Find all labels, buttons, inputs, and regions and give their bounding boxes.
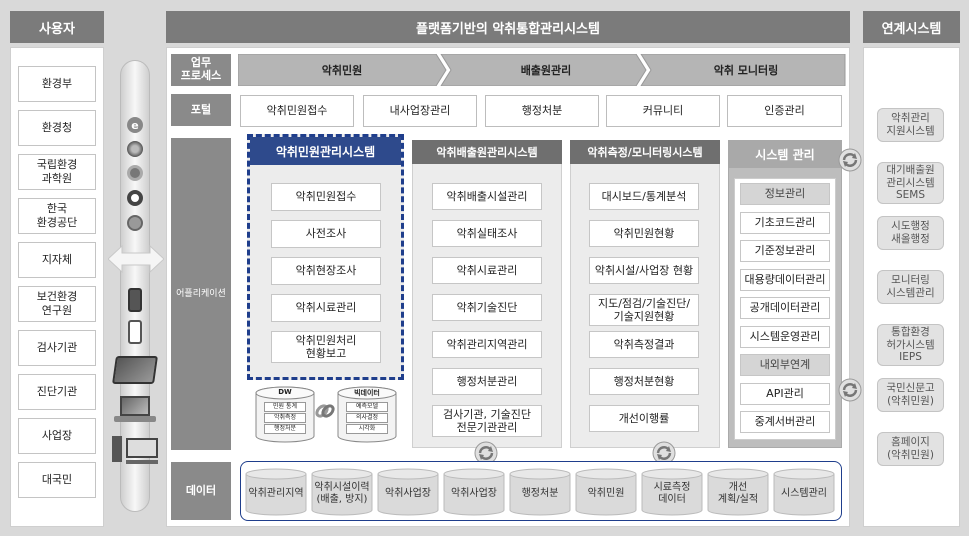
sync-arrows-icon: [838, 378, 862, 402]
process-step-complaint: 악취민원: [321, 64, 363, 77]
sysmgmt-item: 기초코드관리: [740, 211, 830, 234]
link-icon: [315, 404, 335, 418]
user-item: 환경부: [18, 66, 96, 102]
complaint-system-title: 악취민원관리시스템: [250, 137, 401, 165]
monitoring-system-title: 악취측정/모니터링시스템: [570, 140, 720, 164]
tablet-icon: [112, 356, 158, 384]
emission-item: 검사기관, 기술진단 전문기관관리: [432, 405, 542, 437]
portal-label: 포털: [171, 94, 231, 126]
sysmgmt-item: API관리: [740, 382, 830, 405]
data-item: 악취관리지역: [248, 488, 304, 499]
data-item: 개선 계획/실적: [717, 482, 759, 505]
linked-header: 연계시스템: [863, 11, 960, 43]
double-arrow-icon: [108, 244, 164, 274]
process-step-monitoring: 악취 모니터링: [713, 64, 779, 77]
portal-item: 악취민원접수: [240, 95, 354, 127]
user-item: 국립환경 과학원: [18, 154, 96, 190]
bigdata-item: 예측모델: [346, 402, 388, 412]
bigdata-item: 의사결정: [346, 413, 388, 423]
emission-item: 악취시료관리: [432, 257, 542, 284]
monitoring-item: 악취민원현황: [589, 220, 699, 247]
linked-system-item: 악취관리 지원시스템: [877, 108, 944, 142]
data-item: 시스템관리: [781, 488, 827, 499]
sysmgmt-group-header: 정보관리: [740, 183, 830, 205]
bigdata-title: 빅데이터: [354, 389, 380, 397]
monitoring-item: 행정처분현황: [589, 368, 699, 395]
sysmgmt-item: 공개데이터관리: [740, 297, 830, 319]
data-item: 행정처분: [521, 488, 559, 499]
emission-system-title: 악취배출원관리시스템: [412, 140, 562, 164]
user-item: 대국민: [18, 462, 96, 498]
dw-item: 행정처분: [264, 424, 306, 434]
complaint-item: 악취현장조사: [271, 257, 381, 285]
dw-item: 민원 통계: [264, 402, 306, 412]
main-title: 플랫폼기반의 악취통합관리시스템: [166, 11, 850, 43]
emission-item: 악취실태조사: [432, 220, 542, 247]
desktop-pc-icon: [112, 436, 160, 466]
sysmgmt-item: 시스템운영관리: [740, 325, 830, 348]
data-label: 데이터: [171, 462, 231, 520]
data-item: 시료측정 데이터: [653, 482, 691, 505]
monitoring-item: 악취시설/사업장 현황: [589, 257, 699, 284]
user-item: 사업장: [18, 418, 96, 454]
linked-system-item: 시도행정 새올행정: [877, 216, 944, 250]
user-item: 진단기관: [18, 374, 96, 410]
opera-browser-icon: [127, 190, 143, 206]
data-item: 악취사업장: [451, 488, 497, 499]
complaint-item: 악취민원접수: [271, 183, 381, 211]
linked-system-item: 모니터링 시스템관리: [877, 270, 944, 304]
sync-icon: [838, 378, 862, 402]
monitoring-item: 개선이행률: [589, 405, 699, 432]
monitoring-item: 악취측정결과: [589, 331, 699, 358]
sysmgmt-group-header: 내외부연계: [740, 354, 830, 376]
process-steps: 악취민원 배출원관리 악취 모니터링: [237, 53, 846, 87]
user-item: 검사기관: [18, 330, 96, 366]
users-header: 사용자: [10, 11, 104, 43]
linked-system-item: 통합환경 허가시스템 IEPS: [877, 324, 944, 366]
portal-item: 커뮤니티: [606, 95, 720, 127]
emission-item: 행정처분관리: [432, 368, 542, 395]
safari-browser-icon: [127, 215, 143, 231]
firefox-browser-icon: [127, 141, 143, 157]
user-item: 한국 환경공단: [18, 198, 96, 234]
emission-item: 악취기술진단: [432, 294, 542, 321]
data-item: 악취사업장: [385, 488, 431, 499]
user-item: 보건환경 연구원: [18, 286, 96, 322]
bigdata-item: 시각화: [346, 424, 388, 434]
linked-system-item: 홈페이지 (악취민원): [877, 432, 944, 466]
sysmgmt-item: 기준정보관리: [740, 240, 830, 262]
sysmgmt-item: 중계서버관리: [740, 411, 830, 433]
portal-item: 인증관리: [727, 95, 842, 127]
sync-icon: [838, 148, 862, 172]
chrome-browser-icon: [127, 165, 143, 181]
ios-phone-icon: [128, 320, 142, 344]
monitoring-item: 대시보드/통계분석: [589, 183, 699, 210]
dw-item: 악취측정: [264, 413, 306, 423]
linked-system-item: 대기배출원 관리시스템 SEMS: [877, 162, 944, 204]
emission-item: 악취관리지역관리: [432, 331, 542, 358]
android-phone-icon: [128, 288, 142, 312]
user-item: 지자체: [18, 242, 96, 278]
portal-item: 행정처분: [485, 95, 599, 127]
user-item: 환경청: [18, 110, 96, 146]
data-item: 악취시설이력 (배출, 방지): [314, 482, 370, 505]
ie-browser-icon: e: [127, 117, 143, 133]
data-item: 악취민원: [587, 488, 625, 499]
complaint-item: 악취시료관리: [271, 294, 381, 322]
sysmgmt-title: 시스템 관리: [728, 140, 842, 168]
linked-system-item: 국민신문고 (악취민원): [877, 378, 944, 412]
process-label: 업무 프로세스: [171, 54, 231, 86]
sync-arrows-icon: [838, 148, 862, 172]
complaint-item: 사전조사: [271, 220, 381, 248]
portal-item: 내사업장관리: [363, 95, 477, 127]
process-step-emission: 배출원관리: [520, 64, 572, 77]
sysmgmt-item: 대용량데이터관리: [740, 268, 830, 291]
monitoring-item: 지도/점검/기술진단/ 기술지원현황: [589, 294, 699, 326]
laptop-icon: [114, 396, 156, 426]
application-label: 어플리케이션: [171, 138, 231, 450]
dw-title: DW: [278, 388, 292, 396]
complaint-item: 악취민원처리 현황보고: [271, 331, 381, 363]
emission-item: 악취배출시설관리: [432, 183, 542, 210]
